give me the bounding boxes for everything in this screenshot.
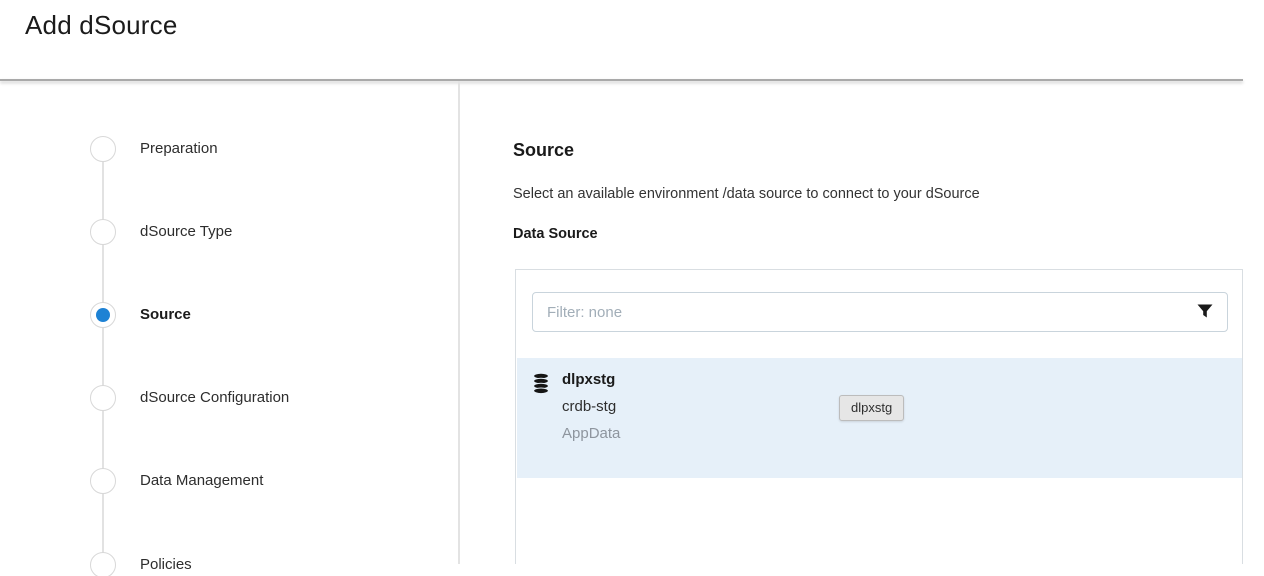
step-circle-icon [90, 219, 116, 245]
hover-tooltip: dlpxstg [839, 395, 904, 421]
data-source-row-dlpxstg[interactable]: dlpxstg crdb-stg AppData dlpxstg [517, 358, 1242, 478]
header-divider [0, 79, 1243, 81]
data-source-label: Data Source [513, 226, 598, 242]
data-source-list-container: dlpxstg crdb-stg AppData dlpxstg [515, 269, 1243, 564]
data-source-environment: crdb-stg [562, 394, 616, 420]
step-label: Preparation [140, 136, 218, 162]
stepper-item-preparation[interactable]: Preparation [0, 136, 440, 162]
step-label: dSource Configuration [140, 385, 289, 411]
stepper-item-source[interactable]: Source [0, 302, 440, 328]
step-circle-icon [90, 385, 116, 411]
add-dsource-wizard: Add dSource Preparation dSource Type Sou… [0, 0, 1264, 576]
stepper-item-dsource-configuration[interactable]: dSource Configuration [0, 385, 440, 411]
page-description: Select an available environment /data so… [513, 186, 980, 202]
stepper-item-policies[interactable]: Policies [0, 552, 440, 576]
step-circle-icon [90, 552, 116, 576]
stepper-item-dsource-type[interactable]: dSource Type [0, 219, 440, 245]
panel-divider [458, 81, 460, 564]
data-source-type: AppData [562, 421, 620, 447]
stepper-connector-line [102, 149, 104, 576]
filter-input[interactable] [532, 292, 1228, 332]
step-circle-icon [90, 136, 116, 162]
stepper-item-data-management[interactable]: Data Management [0, 468, 440, 494]
step-label: Source [140, 302, 191, 328]
data-source-name: dlpxstg [562, 367, 615, 393]
database-icon [533, 373, 549, 394]
step-label: Data Management [140, 468, 263, 494]
step-label: dSource Type [140, 219, 232, 245]
step-circle-icon [90, 468, 116, 494]
filter-bar [532, 292, 1228, 332]
wizard-title: Add dSource [25, 10, 178, 41]
step-label: Policies [140, 552, 192, 576]
step-circle-active-icon [90, 302, 116, 328]
filter-funnel-icon[interactable] [1197, 304, 1213, 320]
page-title: Source [513, 140, 574, 161]
